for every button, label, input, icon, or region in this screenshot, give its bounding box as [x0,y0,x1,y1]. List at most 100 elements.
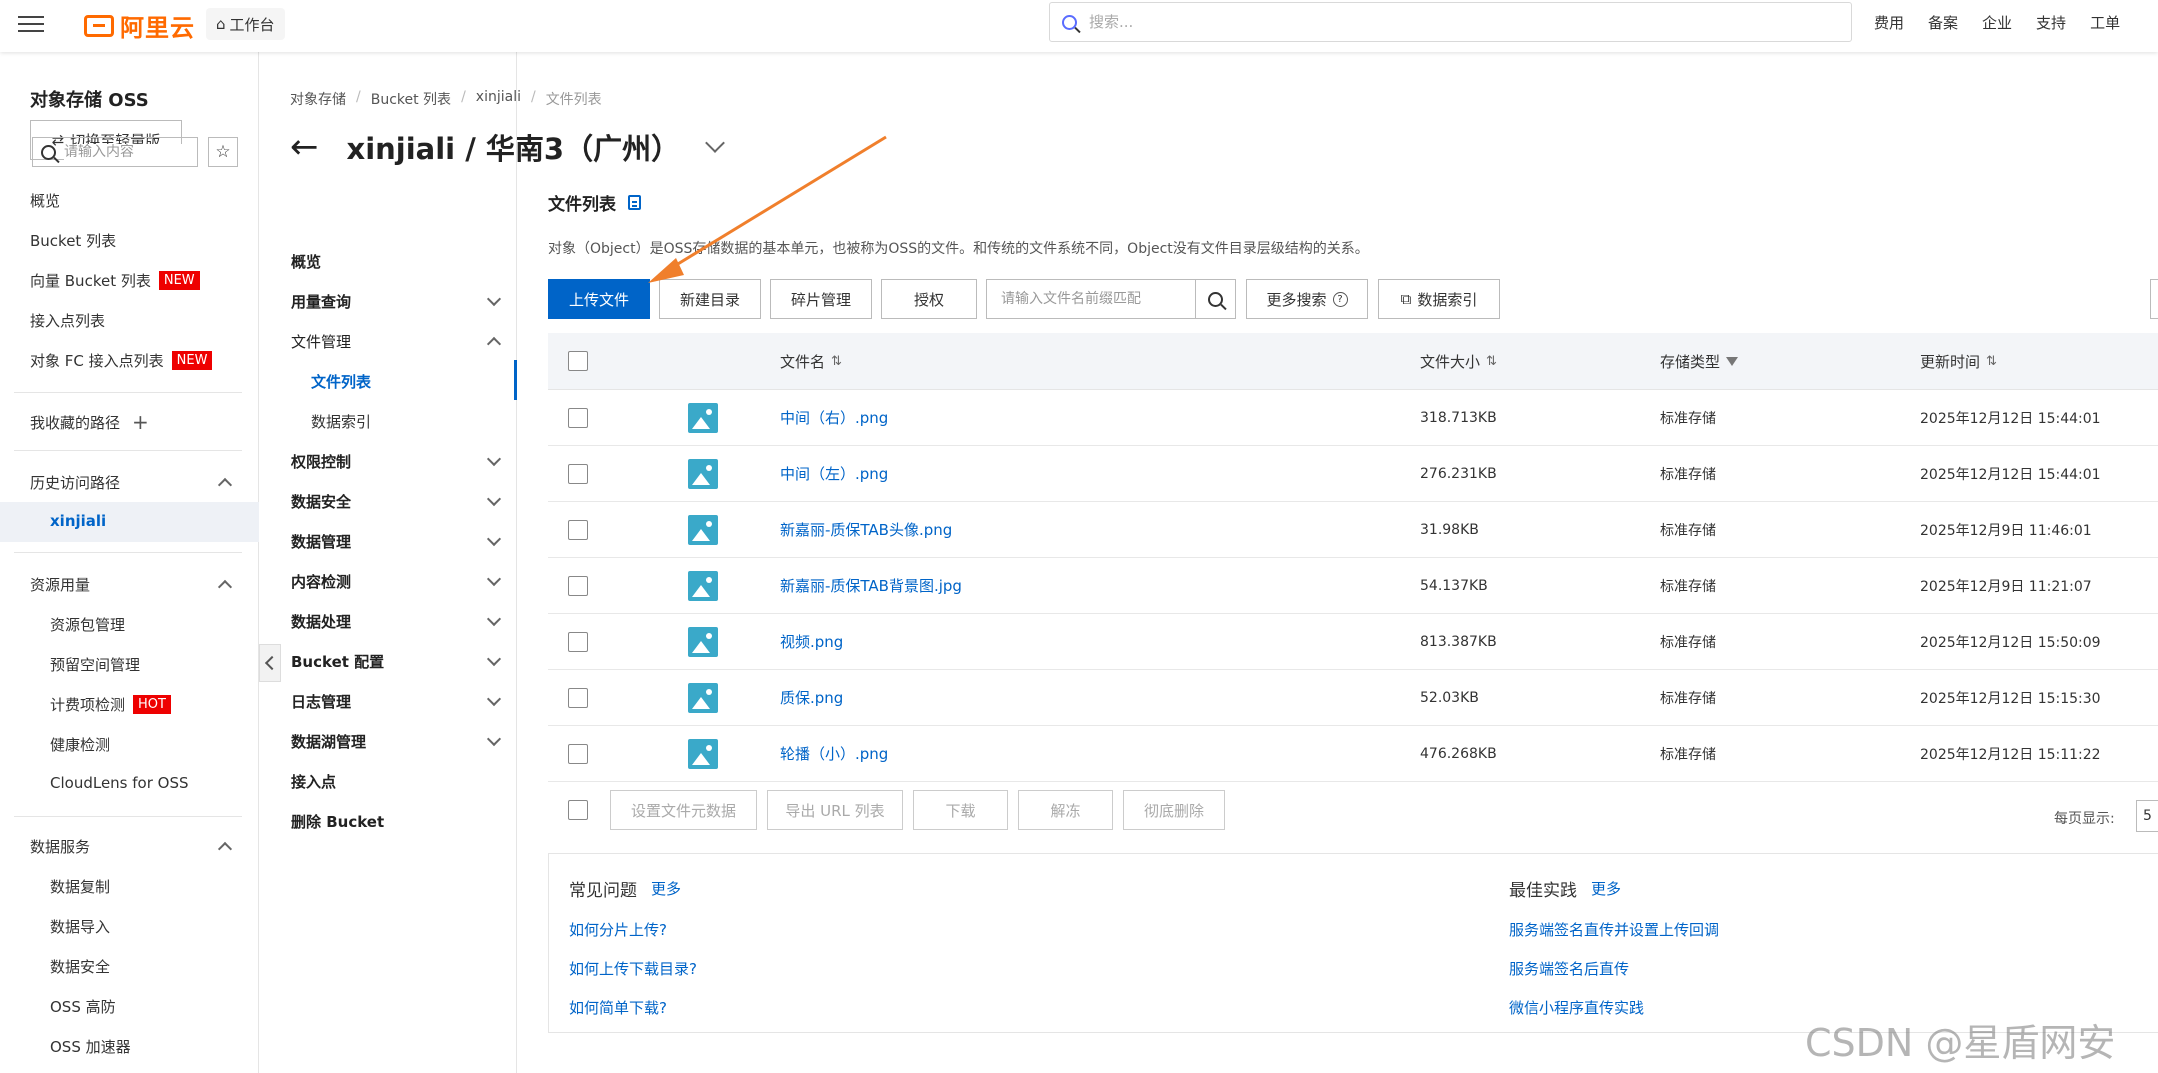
menu-icon[interactable] [18,11,44,37]
nav-overview-label[interactable]: 概览 [291,251,499,272]
file-name-link[interactable]: 新嘉丽-质保TAB头像.png [780,519,952,540]
nav-permission[interactable]: 权限控制 [291,451,502,472]
sidebar-item-access-points[interactable]: 接入点列表 [30,310,105,331]
sidebar-item-oss-ddos[interactable]: OSS 高防 [50,996,116,1017]
nav-data-security[interactable]: 数据安全 [291,491,502,512]
unfreeze-button[interactable]: 解冻 [1018,790,1113,830]
table-row[interactable]: 新嘉丽-质保TAB头像.png 31.98KB 标准存储 2025年12月9日 11:… [548,502,2158,558]
file-search-button[interactable] [1195,280,1235,318]
file-name-link[interactable]: 中间（右）.png [780,407,888,428]
best-link-signed-upload[interactable]: 服务端签名后直传 [1509,958,1719,979]
table-row[interactable]: 视频.png 813.387KB 标准存储 2025年12月12日 15:50:09 [548,614,2158,670]
table-row[interactable]: 质保.png 52.03KB 标准存储 2025年12月12日 15:15:30 [548,670,2158,726]
nav-data-index-item[interactable]: 数据索引 [311,411,371,432]
sidebar-item-health-check[interactable]: 健康检测 [50,734,110,755]
nav-data-process[interactable]: 数据处理 [291,611,502,632]
table-row[interactable]: 中间（右）.png 318.713KB 标准存储 2025年12月12日 15:44:… [548,390,2158,446]
sidebar-item-oss-accelerator[interactable]: OSS 加速器 [50,1036,131,1057]
nav-file-mgmt-row[interactable]: 文件管理 [291,331,502,352]
row-checkbox[interactable] [568,687,588,708]
upload-file-button[interactable]: 上传文件 [548,279,650,319]
plus-icon[interactable]: + [132,410,149,434]
sidebar-group-data-services[interactable]: 数据服务 [30,836,233,857]
sidebar-item-billing-check[interactable]: 计费项检测 HOT [50,694,171,715]
sidebar-item-vector-bucket[interactable]: 向量 Bucket 列表 NEW [30,270,200,291]
file-name-link[interactable]: 视频.png [780,631,843,652]
sidebar-item-bucket-list[interactable]: Bucket 列表 [30,230,116,251]
star-icon[interactable]: ☆ [208,137,238,167]
download-button[interactable]: 下载 [913,790,1008,830]
best-link-callback[interactable]: 服务端签名直传并设置上传回调 [1509,919,1719,940]
aliyun-logo[interactable]: 阿里云 [84,8,195,43]
new-directory-button[interactable]: 新建目录 [659,279,761,319]
toolbar-overflow-button[interactable] [2150,279,2158,319]
select-all-checkbox[interactable] [568,351,588,371]
batch-select-checkbox[interactable] [568,800,588,820]
sidebar-group-history[interactable]: 历史访问路径 [30,472,233,493]
file-search-input[interactable] [987,280,1195,318]
top-link-filing[interactable]: 备案 [1928,12,1958,33]
sidebar-item-data-import[interactable]: 数据导入 [50,916,110,937]
row-checkbox[interactable] [568,743,588,764]
nav-usage-row[interactable]: 用量查询 [291,291,502,312]
history-item-xinjiali[interactable]: xinjiali [50,512,106,530]
page-size-select[interactable]: 5 [2136,800,2158,832]
fragment-management-button[interactable]: 碎片管理 [770,279,872,319]
sort-icon[interactable]: ⇅ [1486,354,1497,369]
sidebar-group-resources[interactable]: 资源用量 [30,574,233,595]
top-link-ticket[interactable]: 工单 [2090,12,2120,33]
file-name-link[interactable]: 轮播（小）.png [780,743,888,764]
sort-icon[interactable]: ⇅ [831,354,842,369]
table-row[interactable]: 新嘉丽-质保TAB背景图.jpg 54.137KB 标准存储 2025年12月9日 1… [548,558,2158,614]
nav-delete-bucket[interactable]: 删除 Bucket [291,811,499,832]
sidebar-item-cloudlens[interactable]: CloudLens for OSS [50,774,189,792]
file-name-link[interactable]: 中间（左）.png [780,463,888,484]
faq-link-multipart[interactable]: 如何分片上传? [569,919,697,940]
set-metadata-button[interactable]: 设置文件元数据 [610,790,757,830]
faq-link-simple-download[interactable]: 如何简单下载? [569,997,697,1018]
chevron-down-icon[interactable] [705,133,725,153]
sidebar-favorites[interactable]: 我收藏的路径 + [30,410,149,434]
best-link-miniprogram[interactable]: 微信小程序直传实践 [1509,997,1719,1018]
top-link-enterprise[interactable]: 企业 [1982,12,2012,33]
row-checkbox[interactable] [568,575,588,596]
nav-access-point[interactable]: 接入点 [291,771,499,792]
nav-content-check[interactable]: 内容检测 [291,571,502,592]
file-name-link[interactable]: 质保.png [780,687,843,708]
document-icon[interactable] [628,195,641,210]
collapse-sidebar-button[interactable] [259,644,281,682]
authorize-button[interactable]: 授权 [881,279,977,319]
row-checkbox[interactable] [568,631,588,652]
faq-more-link[interactable]: 更多 [651,878,681,899]
file-name-link[interactable]: 新嘉丽-质保TAB背景图.jpg [780,575,962,596]
sidebar-item-reserved-space[interactable]: 预留空间管理 [50,654,140,675]
global-search-input[interactable] [1089,13,1789,31]
nav-datalake[interactable]: 数据湖管理 [291,731,502,752]
workbench-button[interactable]: ⌂ 工作台 [206,8,285,40]
top-link-fee[interactable]: 费用 [1874,12,1904,33]
export-url-button[interactable]: 导出 URL 列表 [767,790,903,830]
sidebar-item-fc-access-points[interactable]: 对象 FC 接入点列表 NEW [30,350,213,371]
row-checkbox[interactable] [568,407,588,428]
sort-icon[interactable]: ⇅ [1986,354,1997,369]
filter-icon[interactable] [1726,356,1739,366]
table-row[interactable]: 轮播（小）.png 476.268KB 标准存储 2025年12月12日 15:11:… [548,726,2158,782]
table-row[interactable]: 中间（左）.png 276.231KB 标准存储 2025年12月12日 15:44:… [548,446,2158,502]
sidebar-item-data-replication[interactable]: 数据复制 [50,876,110,897]
sidebar-item-overview[interactable]: 概览 [30,190,60,211]
sidebar-item-resource-pack[interactable]: 资源包管理 [50,614,125,635]
global-search[interactable] [1049,2,1852,42]
data-index-button[interactable]: ⧉ 数据索引 [1378,279,1500,319]
nav-bucket-config[interactable]: Bucket 配置 [291,651,502,672]
nav-data-management[interactable]: 数据管理 [291,531,502,552]
nav-file-list-item[interactable]: 文件列表 [311,371,371,392]
row-checkbox[interactable] [568,519,588,540]
more-search-button[interactable]: 更多搜索 ? [1246,279,1368,319]
top-link-support[interactable]: 支持 [2036,12,2066,33]
faq-link-upload-dir[interactable]: 如何上传下载目录? [569,958,697,979]
nav-search-input[interactable] [64,144,184,160]
delete-permanently-button[interactable]: 彻底删除 [1123,790,1225,830]
nav-search[interactable] [32,137,198,167]
sidebar-item-data-security[interactable]: 数据安全 [50,956,110,977]
row-checkbox[interactable] [568,463,588,484]
